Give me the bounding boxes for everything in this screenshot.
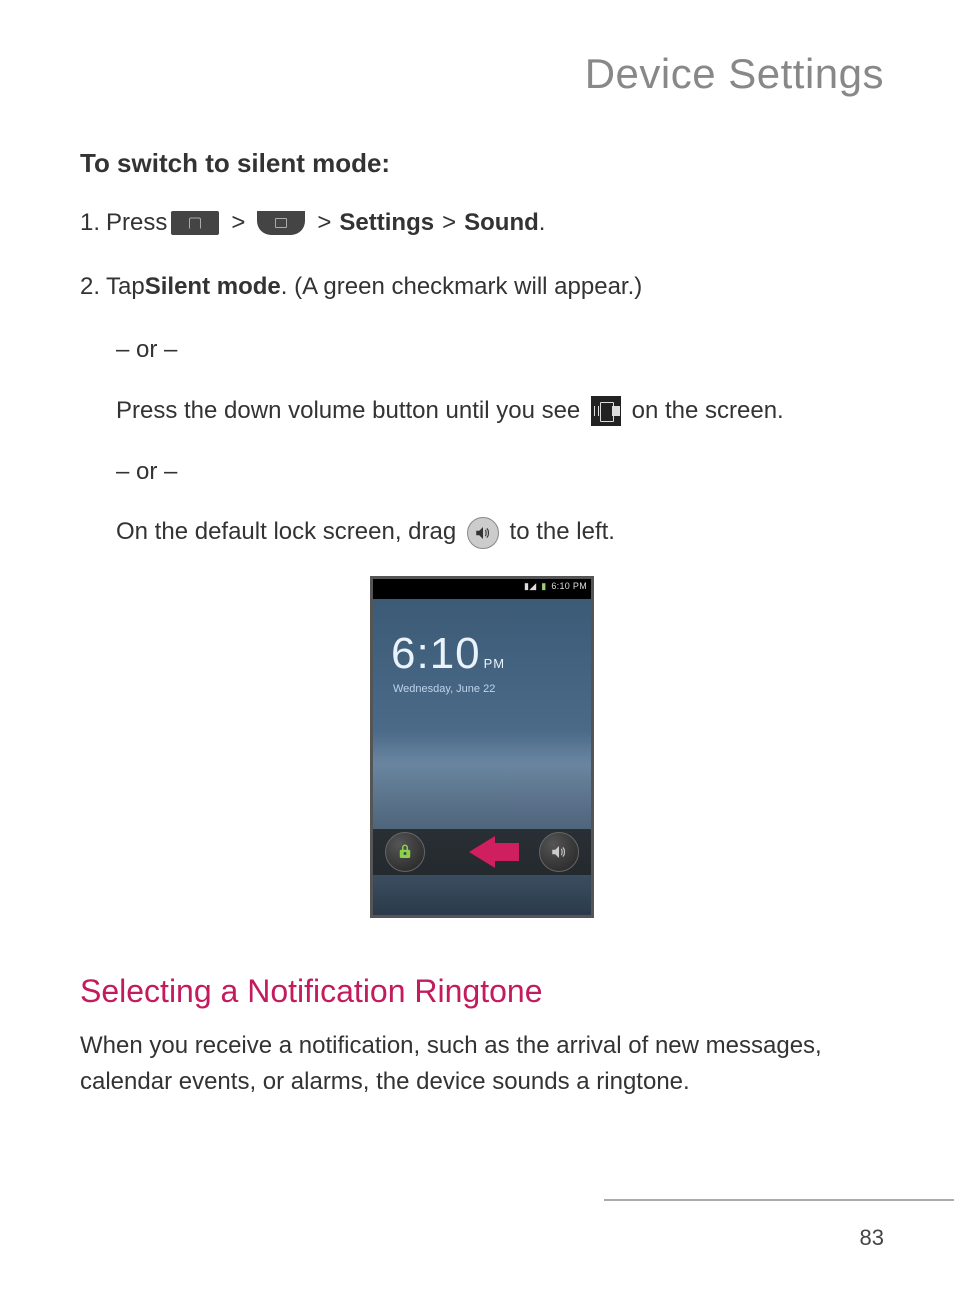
unlock-icon[interactable]	[385, 832, 425, 872]
lockscreen: ▮◢ ▮ 6:10 PM 6:10PM Wednesday, June 22	[370, 576, 594, 918]
nav-separator: >	[442, 205, 456, 241]
or-divider: – or –	[116, 455, 884, 490]
nav-separator: >	[231, 205, 245, 241]
nav-separator: >	[317, 205, 331, 241]
page-title: Device Settings	[80, 50, 884, 98]
page-number: 83	[860, 1225, 884, 1251]
arrow-left-icon	[469, 836, 495, 868]
signal-icon: ▮◢	[524, 581, 536, 591]
subheading-silent-mode: To switch to silent mode:	[80, 148, 884, 179]
step-text-tap: Tap	[106, 269, 145, 305]
footer-rule	[604, 1199, 954, 1201]
lockscreen-clock: 6:10PM	[391, 629, 591, 679]
vibrate-icon	[591, 396, 621, 426]
status-time: 6:10 PM	[551, 581, 587, 591]
nav-sound: Sound	[464, 205, 539, 241]
section-title-ringtone: Selecting a Notification Ringtone	[80, 973, 884, 1010]
alt-text-b: on the screen.	[632, 397, 784, 424]
home-key-icon	[171, 211, 219, 235]
step-2: 2. Tap Silent mode . (A green checkmark …	[80, 269, 884, 305]
battery-icon: ▮	[541, 581, 546, 591]
menu-key-icon	[257, 211, 305, 235]
step-note: . (A green checkmark will appear.)	[281, 269, 643, 305]
silent-mode-label: Silent mode	[145, 269, 281, 305]
clock-ampm: PM	[484, 656, 506, 671]
clock-time: 6:10	[391, 629, 481, 678]
nav-settings: Settings	[339, 205, 434, 241]
alt-lockscreen: On the default lock screen, drag to the …	[116, 515, 884, 550]
lockscreen-date: Wednesday, June 22	[393, 683, 591, 695]
status-bar: ▮◢ ▮ 6:10 PM	[373, 579, 591, 599]
alt-volume: Press the down volume button until you s…	[116, 394, 884, 429]
sound-toggle-icon[interactable]	[539, 832, 579, 872]
body-text: When you receive a notification, such as…	[80, 1028, 884, 1100]
step-1: 1. Press > > Settings > Sound .	[80, 205, 884, 241]
unlock-slider	[373, 829, 591, 875]
lockscreen-figure: ▮◢ ▮ 6:10 PM 6:10PM Wednesday, June 22	[80, 576, 884, 923]
alt-text-b: to the left.	[510, 518, 615, 545]
period: .	[539, 205, 546, 241]
or-divider: – or –	[116, 333, 884, 368]
alt-text-a: Press the down volume button until you s…	[116, 397, 587, 424]
step-number: 1.	[80, 205, 100, 241]
step-number: 2.	[80, 269, 100, 305]
speaker-drag-icon	[467, 517, 499, 549]
alt-text-a: On the default lock screen, drag	[116, 518, 463, 545]
step-text-press: Press	[106, 205, 167, 241]
